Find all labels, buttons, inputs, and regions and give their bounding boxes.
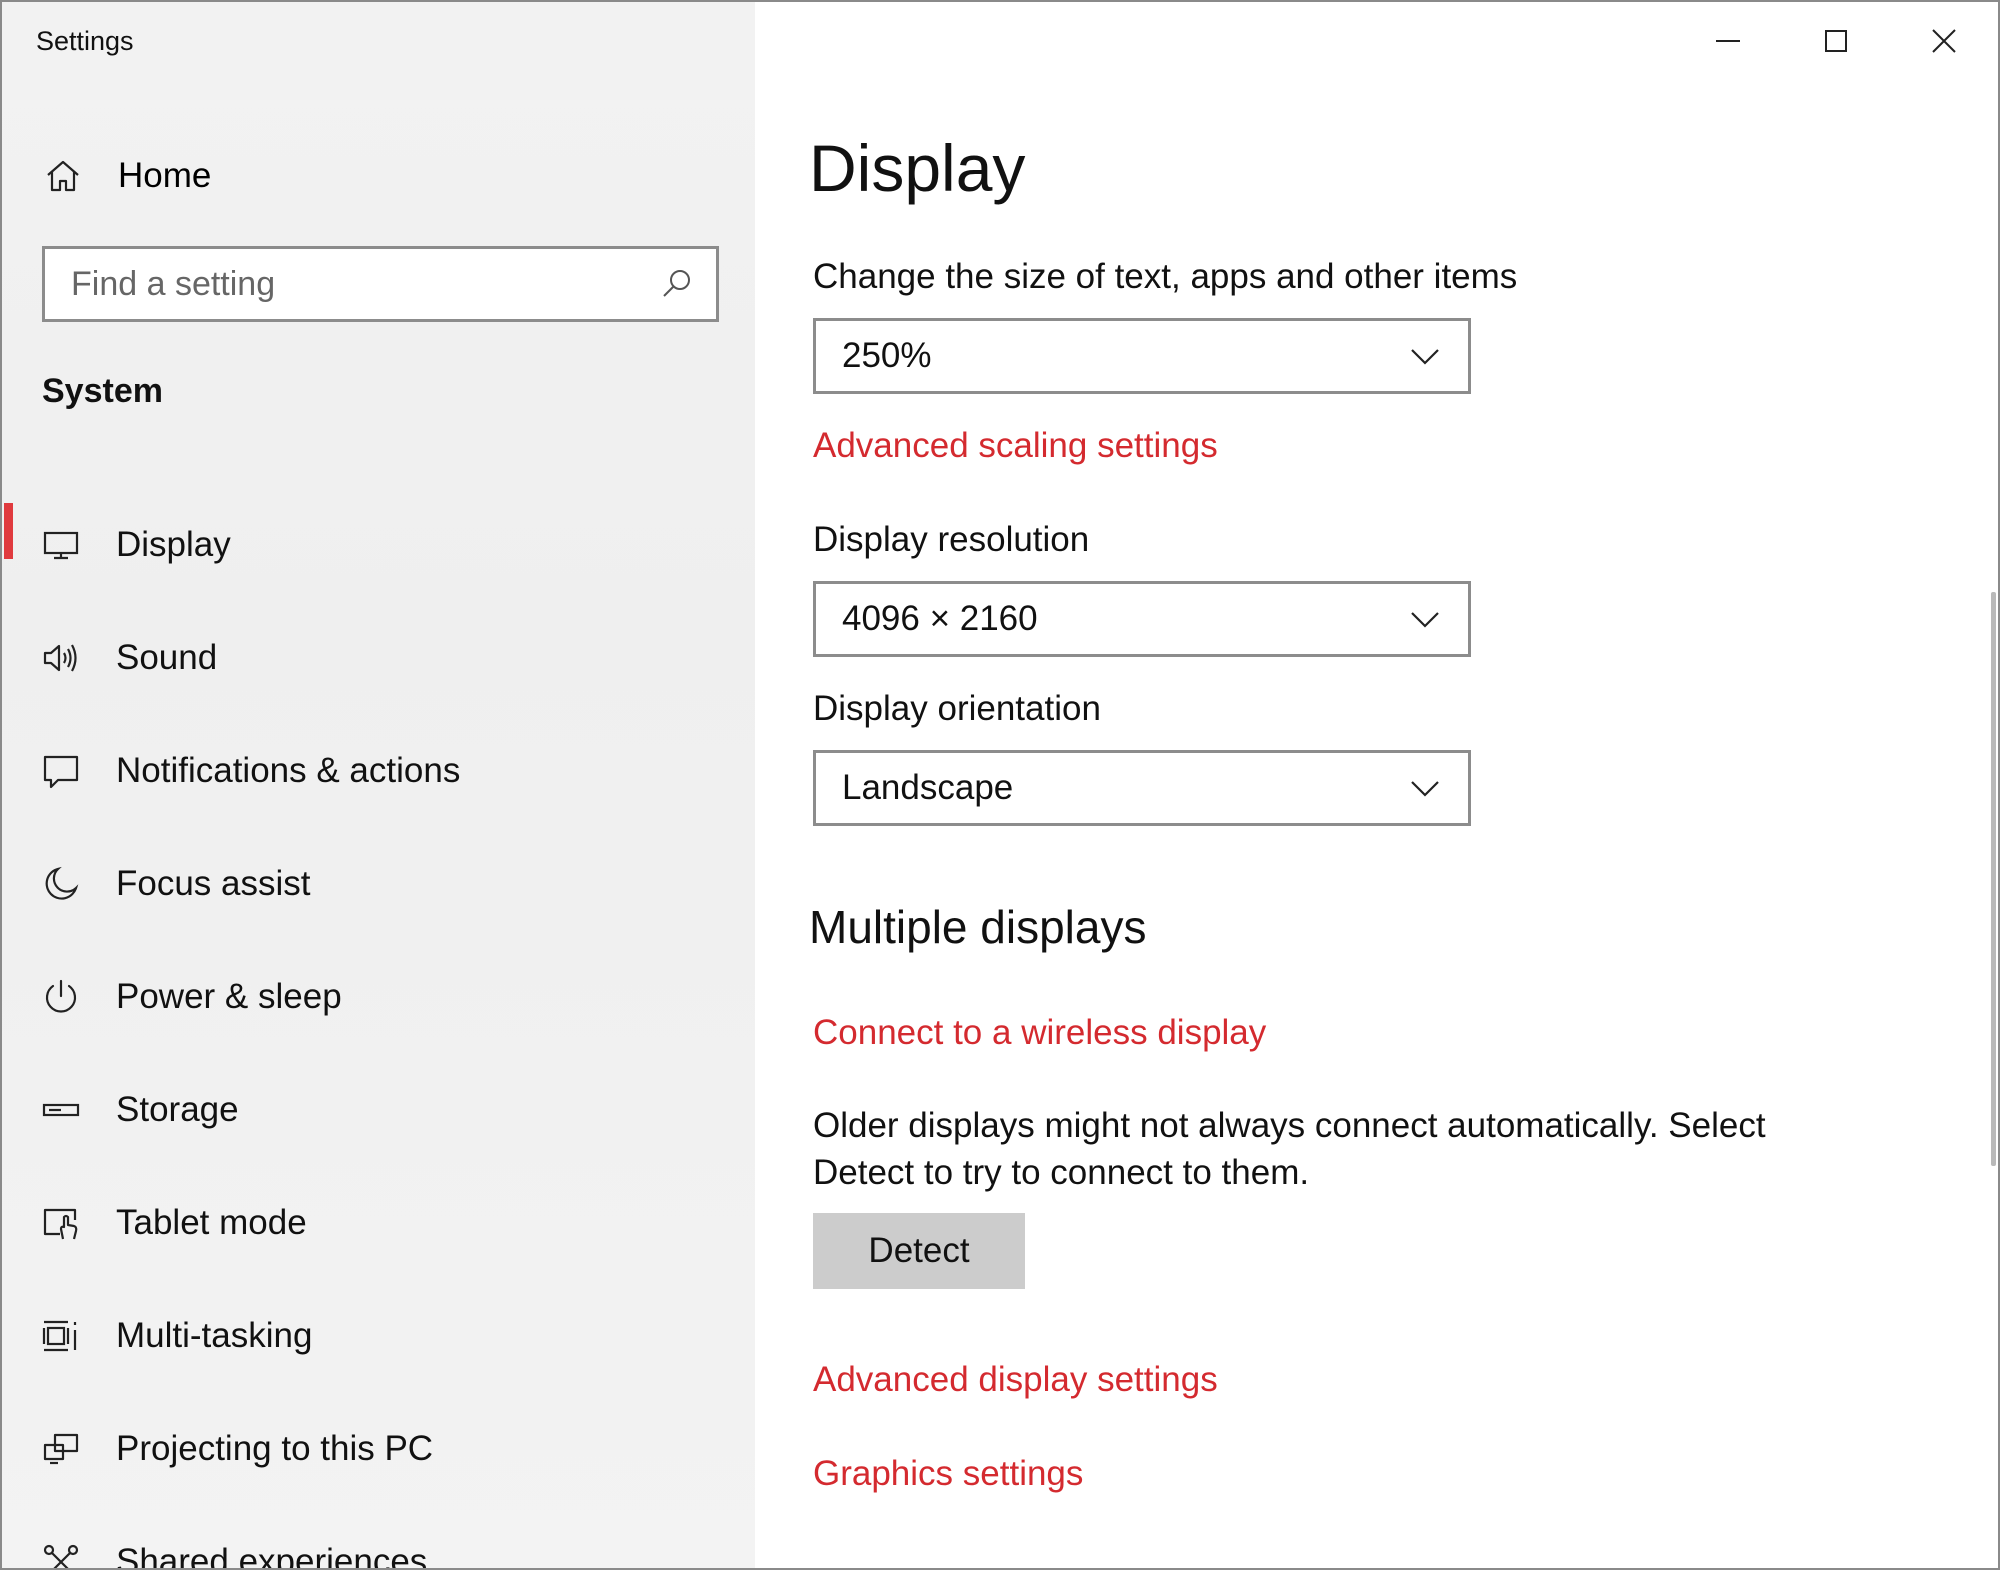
orientation-value: Landscape [842,768,1014,807]
resolution-value: 4096 × 2160 [842,599,1038,638]
monitor-icon [40,524,82,566]
app-title: Settings [36,26,134,56]
sidebar-item-label: Power & sleep [116,976,342,1016]
scale-value: 250% [842,336,932,375]
sidebar-item-sound[interactable]: Sound [2,601,755,714]
multiple-displays-heading: Multiple displays [809,901,1147,953]
sidebar-item-label: Storage [116,1089,239,1129]
sidebar-item-label: Tablet mode [116,1202,307,1242]
sidebar-item-tablet-mode[interactable]: Tablet mode [2,1166,755,1279]
search-input[interactable] [71,264,631,304]
power-icon [40,976,82,1018]
sidebar-item-storage[interactable]: Storage [2,1053,755,1166]
sidebar-item-label: Multi-tasking [116,1315,313,1355]
search-icon[interactable] [656,263,698,305]
scale-label: Change the size of text, apps and other … [813,257,1518,296]
settings-window: Settings Home System Dis [0,0,2000,1570]
page-title: Display [809,131,1026,205]
home-icon [42,155,84,197]
resolution-dropdown[interactable]: 4096 × 2160 [813,581,1471,657]
scale-dropdown[interactable]: 250% [813,318,1471,394]
chevron-down-icon [1404,598,1446,640]
projecting-icon [40,1428,82,1470]
resolution-label: Display resolution [813,520,1090,559]
moon-icon [40,863,82,905]
wireless-display-link[interactable]: Connect to a wireless display [813,1013,1266,1053]
section-title: System [42,372,163,410]
sidebar-item-notifications[interactable]: Notifications & actions [2,714,755,827]
advanced-display-link[interactable]: Advanced display settings [813,1360,1218,1400]
sidebar-item-display[interactable]: Display [2,488,755,601]
sidebar-item-focus-assist[interactable]: Focus assist [2,827,755,940]
orientation-label: Display orientation [813,689,1101,728]
home-nav-item[interactable]: Home [42,148,211,204]
notification-icon [40,750,82,792]
sidebar-item-label: Focus assist [116,863,311,903]
sidebar: Settings Home System Dis [2,2,755,1570]
graphics-settings-link[interactable]: Graphics settings [813,1454,1083,1494]
sidebar-nav: Display Sound Notifications & actions Fo… [2,488,755,1570]
chevron-down-icon [1404,335,1446,377]
tablet-mode-icon [40,1202,82,1244]
detect-button[interactable]: Detect [813,1213,1025,1289]
scrollbar[interactable] [1991,592,1996,1166]
chevron-down-icon [1404,767,1446,809]
detect-description: Older displays might not always connect … [813,1106,1766,1192]
advanced-scaling-link[interactable]: Advanced scaling settings [813,426,1218,466]
multitasking-icon [40,1315,82,1357]
sidebar-item-label: Notifications & actions [116,750,461,790]
orientation-dropdown[interactable]: Landscape [813,750,1471,826]
sidebar-item-projecting[interactable]: Projecting to this PC [2,1392,755,1505]
sidebar-item-power-sleep[interactable]: Power & sleep [2,940,755,1053]
shared-experiences-icon [40,1541,82,1568]
sidebar-item-label: Display [116,524,231,564]
sidebar-item-label: Shared experiences [116,1541,428,1570]
main-content: Display Change the size of text, apps an… [755,2,1998,1568]
search-box[interactable] [42,246,719,322]
sidebar-item-multitasking[interactable]: Multi-tasking [2,1279,755,1392]
home-label: Home [118,156,212,195]
sidebar-item-shared-experiences[interactable]: Shared experiences [2,1505,755,1570]
sidebar-item-label: Projecting to this PC [116,1428,434,1468]
storage-icon [40,1089,82,1131]
sidebar-item-label: Sound [116,637,218,677]
speaker-icon [40,637,82,679]
